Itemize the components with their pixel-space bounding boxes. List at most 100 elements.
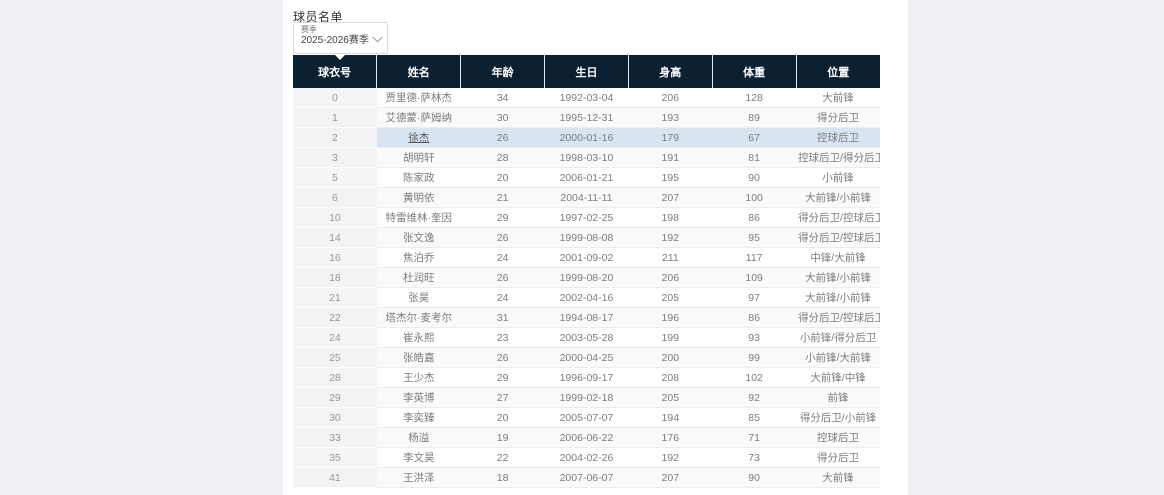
cell-name: 特雷维林·奎因 <box>377 208 461 228</box>
cell-number: 28 <box>293 368 377 388</box>
player-row[interactable]: 24崔永熙232003-05-2819993小前锋/得分后卫 <box>293 328 880 348</box>
season-select[interactable]: 赛季 2025-2026赛季 <box>293 22 388 54</box>
column-header-5: 体重 <box>712 55 796 88</box>
player-row[interactable]: 25张皓嘉262000-04-2520099小前锋/大前锋 <box>293 348 880 368</box>
cell-birthday: 2005-07-07 <box>545 408 629 428</box>
player-row[interactable]: 3胡明轩281998-03-1019181控球后卫/得分后卫 <box>293 148 880 168</box>
cell-birthday: 2004-11-11 <box>545 188 629 208</box>
season-select-label: 赛季 <box>301 25 371 35</box>
cell-name: 张皓嘉 <box>377 348 461 368</box>
cell-weight: 73 <box>712 448 796 468</box>
roster-table-container: 球衣号姓名年龄生日身高体重位置 0贾里德·萨林杰341992-03-042061… <box>293 55 880 488</box>
cell-number: 3 <box>293 148 377 168</box>
column-header-1: 姓名 <box>377 55 461 88</box>
cell-position: 大前锋/小前锋 <box>796 268 880 288</box>
cell-height: 196 <box>628 308 712 328</box>
cell-name: 张文逸 <box>377 228 461 248</box>
cell-age: 22 <box>461 448 545 468</box>
player-row[interactable]: 10特雷维林·奎因291997-02-2519886得分后卫/控球后卫 <box>293 208 880 228</box>
cell-number: 29 <box>293 388 377 408</box>
cell-name: 焦泊乔 <box>377 248 461 268</box>
player-row[interactable]: 6黄明依212004-11-11207100大前锋/小前锋 <box>293 188 880 208</box>
player-row[interactable]: 0贾里德·萨林杰341992-03-04206128大前锋 <box>293 88 880 108</box>
cell-name: 陈家政 <box>377 168 461 188</box>
cell-weight: 90 <box>712 468 796 488</box>
cell-height: 206 <box>628 88 712 108</box>
roster-table: 球衣号姓名年龄生日身高体重位置 0贾里德·萨林杰341992-03-042061… <box>293 55 880 488</box>
cell-age: 31 <box>461 308 545 328</box>
cell-name: 黄明依 <box>377 188 461 208</box>
content-panel: 球员名单 赛季 2025-2026赛季 球衣号姓名年龄生日身高体重位置 0贾里德… <box>283 0 908 495</box>
cell-name: 艾德蒙·萨姆纳 <box>377 108 461 128</box>
cell-number: 22 <box>293 308 377 328</box>
player-row[interactable]: 30李奕臻202005-07-0719485得分后卫/小前锋 <box>293 408 880 428</box>
cell-name: 贾里德·萨林杰 <box>377 88 461 108</box>
cell-age: 26 <box>461 128 545 148</box>
cell-weight: 117 <box>712 248 796 268</box>
cell-weight: 102 <box>712 368 796 388</box>
cell-number: 16 <box>293 248 377 268</box>
player-row[interactable]: 41王洪泽182007-06-0720790大前锋 <box>293 468 880 488</box>
cell-birthday: 2006-06-22 <box>545 428 629 448</box>
player-name-link[interactable]: 徐杰 <box>408 132 429 144</box>
cell-birthday: 1999-02-18 <box>545 388 629 408</box>
player-row[interactable]: 21张昊242002-04-1620597大前锋/小前锋 <box>293 288 880 308</box>
cell-height: 192 <box>628 228 712 248</box>
cell-birthday: 1994-08-17 <box>545 308 629 328</box>
player-row[interactable]: 5陈家政202006-01-2119590小前锋 <box>293 168 880 188</box>
cell-position: 得分后卫 <box>796 108 880 128</box>
cell-age: 30 <box>461 108 545 128</box>
player-row[interactable]: 16焦泊乔242001-09-02211117中锋/大前锋 <box>293 248 880 268</box>
player-row[interactable]: 28王少杰291996-09-17208102大前锋/中锋 <box>293 368 880 388</box>
cell-age: 19 <box>461 428 545 448</box>
cell-position: 得分后卫/控球后卫 <box>796 208 880 228</box>
cell-birthday: 2006-01-21 <box>545 168 629 188</box>
cell-age: 24 <box>461 248 545 268</box>
cell-height: 193 <box>628 108 712 128</box>
cell-number: 30 <box>293 408 377 428</box>
cell-position: 大前锋/小前锋 <box>796 288 880 308</box>
cell-height: 195 <box>628 168 712 188</box>
player-row[interactable]: 22塔杰尔·麦考尔311994-08-1719686得分后卫/控球后卫 <box>293 308 880 328</box>
cell-age: 18 <box>461 468 545 488</box>
player-row[interactable]: 35李文昊222004-02-2619273得分后卫 <box>293 448 880 468</box>
cell-weight: 86 <box>712 308 796 328</box>
cell-position: 控球后卫 <box>796 428 880 448</box>
cell-height: 205 <box>628 288 712 308</box>
cell-age: 24 <box>461 288 545 308</box>
cell-birthday: 1998-03-10 <box>545 148 629 168</box>
cell-weight: 90 <box>712 168 796 188</box>
cell-position: 得分后卫/控球后卫 <box>796 228 880 248</box>
player-row[interactable]: 14张文逸261999-08-0819295得分后卫/控球后卫 <box>293 228 880 248</box>
chevron-down-icon <box>373 33 383 43</box>
column-header-3: 生日 <box>545 55 629 88</box>
cell-age: 26 <box>461 348 545 368</box>
player-row[interactable]: 29李英博271999-02-1820592前锋 <box>293 388 880 408</box>
cell-name: 胡明轩 <box>377 148 461 168</box>
cell-name: 李英博 <box>377 388 461 408</box>
cell-birthday: 1997-02-25 <box>545 208 629 228</box>
cell-number: 6 <box>293 188 377 208</box>
cell-position: 得分后卫/小前锋 <box>796 408 880 428</box>
player-row[interactable]: 18杜润旺261999-08-20206109大前锋/小前锋 <box>293 268 880 288</box>
cell-name: 张昊 <box>377 288 461 308</box>
cell-weight: 97 <box>712 288 796 308</box>
cell-number: 10 <box>293 208 377 228</box>
cell-birthday: 1999-08-20 <box>545 268 629 288</box>
cell-age: 29 <box>461 208 545 228</box>
player-row[interactable]: 2徐杰262000-01-1617967控球后卫 <box>293 128 880 148</box>
player-row[interactable]: 33杨溢192006-06-2217671控球后卫 <box>293 428 880 448</box>
cell-height: 179 <box>628 128 712 148</box>
cell-height: 207 <box>628 468 712 488</box>
cell-position: 中锋/大前锋 <box>796 248 880 268</box>
cell-birthday: 2002-04-16 <box>545 288 629 308</box>
cell-birthday: 2007-06-07 <box>545 468 629 488</box>
cell-number: 0 <box>293 88 377 108</box>
cell-age: 29 <box>461 368 545 388</box>
player-row[interactable]: 1艾德蒙·萨姆纳301995-12-3119389得分后卫 <box>293 108 880 128</box>
cell-age: 26 <box>461 228 545 248</box>
cell-weight: 128 <box>712 88 796 108</box>
cell-weight: 71 <box>712 428 796 448</box>
cell-height: 191 <box>628 148 712 168</box>
cell-age: 20 <box>461 408 545 428</box>
